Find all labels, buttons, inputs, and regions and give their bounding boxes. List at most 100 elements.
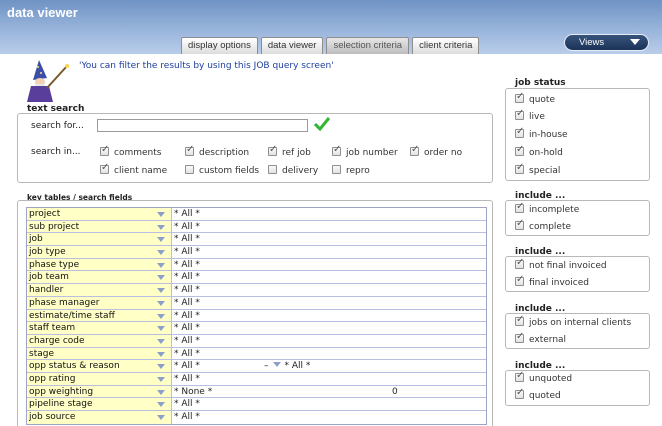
checkbox-label: ref job bbox=[282, 148, 311, 158]
check-icon: ✓ bbox=[516, 126, 525, 137]
checkbox-special[interactable]: ✓ special bbox=[515, 163, 560, 176]
key-select[interactable]: stage bbox=[27, 347, 172, 360]
check-icon: ✓ bbox=[411, 144, 420, 155]
checkbox-on-hold[interactable]: ✓ on-hold bbox=[515, 145, 563, 158]
checkbox-comments[interactable]: ✓ comments bbox=[100, 145, 161, 158]
checkbox-repro[interactable]: repro bbox=[332, 165, 370, 176]
checkbox-job-number[interactable]: ✓ job number bbox=[332, 144, 398, 158]
tab-display-options[interactable]: display options bbox=[181, 37, 258, 54]
checkbox-client-name[interactable]: ✓ client name bbox=[100, 162, 168, 176]
value-label: * All * bbox=[174, 297, 200, 308]
key-select[interactable]: job team bbox=[27, 271, 172, 284]
key-label: project bbox=[29, 209, 61, 219]
key-select[interactable]: project bbox=[27, 208, 172, 220]
value-cell[interactable]: * All * bbox=[172, 322, 486, 334]
checkbox-external[interactable]: ✓ external bbox=[515, 331, 566, 345]
chevron-down-icon bbox=[157, 364, 165, 370]
check-icon: ✓ bbox=[516, 331, 525, 342]
key-select[interactable]: estimate/time staff bbox=[27, 309, 172, 322]
checkbox-final-invoiced[interactable]: ✓ final invoiced bbox=[515, 275, 589, 288]
value-cell[interactable]: * All * – * All * bbox=[172, 360, 486, 372]
chevron-down-icon bbox=[157, 389, 165, 395]
checkbox-label: client name bbox=[114, 166, 168, 176]
job-status-title: job status bbox=[515, 78, 566, 88]
key-select[interactable]: sub project bbox=[27, 220, 172, 233]
tab-client-criteria[interactable]: client criteria bbox=[412, 37, 480, 54]
checkbox-order-no[interactable]: ✓ order no bbox=[410, 144, 463, 158]
value-cell[interactable]: * All * bbox=[172, 259, 486, 271]
checkbox-quoted[interactable]: ✓ quoted bbox=[515, 388, 561, 401]
key-label: opp status & reason bbox=[29, 361, 120, 372]
value-cell[interactable]: * All * bbox=[172, 398, 486, 410]
checkbox-icon: ✓ bbox=[515, 314, 525, 326]
table-row: stage * All * bbox=[27, 347, 486, 361]
value-cell[interactable]: * All * bbox=[172, 284, 486, 296]
checkbox-label: order no bbox=[424, 148, 463, 158]
chevron-down-icon bbox=[157, 351, 165, 357]
table-row: estimate/time staff * All * bbox=[27, 309, 486, 323]
search-input[interactable] bbox=[97, 119, 308, 132]
value-cell[interactable]: * All * bbox=[172, 233, 486, 245]
key-select[interactable]: opp rating bbox=[27, 372, 172, 385]
table-row: charge code * All * bbox=[27, 334, 486, 348]
check-icon: ✓ bbox=[101, 162, 110, 173]
value-label: * All * bbox=[174, 221, 200, 232]
value-cell[interactable]: * All * bbox=[172, 373, 486, 385]
checkbox-icon: ✓ bbox=[332, 144, 342, 156]
key-select[interactable]: charge code bbox=[27, 334, 172, 347]
value-cell[interactable]: * All * bbox=[172, 221, 486, 233]
checkbox-unquoted[interactable]: ✓ unquoted bbox=[515, 371, 572, 384]
key-select[interactable]: job bbox=[27, 233, 172, 246]
key-select[interactable]: handler bbox=[27, 284, 172, 296]
checkbox-quote[interactable]: ✓ quote bbox=[515, 92, 555, 105]
value-cell[interactable]: * All * bbox=[172, 335, 486, 347]
value-cell[interactable]: * All * bbox=[172, 208, 486, 220]
table-row: handler * All * bbox=[27, 284, 486, 297]
checkbox-incomplete[interactable]: ✓ incomplete bbox=[515, 201, 580, 215]
tab-selection-criteria[interactable]: selection criteria bbox=[326, 37, 410, 54]
checkbox-description[interactable]: ✓ description bbox=[185, 145, 249, 158]
checkbox-label: custom fields bbox=[199, 166, 260, 176]
checkbox-not-final-invoiced[interactable]: ✓ not final invoiced bbox=[515, 257, 607, 271]
value-cell[interactable]: * All * bbox=[172, 297, 486, 309]
key-select[interactable]: job source bbox=[27, 411, 172, 424]
checkbox-ref-job[interactable]: ✓ ref job bbox=[268, 145, 311, 158]
key-select[interactable]: pipeline stage bbox=[27, 398, 172, 410]
value-cell[interactable]: * None * 0 bbox=[172, 386, 486, 398]
value-cell[interactable]: * All * bbox=[172, 246, 486, 258]
key-select[interactable]: phase manager bbox=[27, 296, 172, 309]
table-row: sub project * All * bbox=[27, 220, 486, 234]
check-icon: ✓ bbox=[516, 314, 525, 325]
key-select[interactable]: phase type bbox=[27, 258, 172, 271]
value-cell[interactable]: * All * bbox=[172, 348, 486, 360]
views-button[interactable]: Views bbox=[564, 34, 649, 51]
table-row: project * All * bbox=[27, 208, 486, 221]
table-row: phase manager * All * bbox=[27, 296, 486, 310]
check-icon: ✓ bbox=[516, 201, 525, 212]
key-select[interactable]: opp status & reason bbox=[27, 360, 172, 372]
check-icon: ✓ bbox=[516, 257, 525, 268]
key-label: phase type bbox=[29, 259, 80, 270]
table-row: job type * All * bbox=[27, 246, 486, 259]
chevron-down-icon bbox=[157, 237, 165, 243]
checkbox-internal-clients[interactable]: ✓ jobs on internal clients bbox=[515, 314, 631, 328]
value-cell[interactable]: * All * bbox=[172, 310, 486, 322]
tab-data-viewer[interactable]: data viewer bbox=[260, 37, 324, 54]
value-cell[interactable]: * All * bbox=[172, 271, 486, 283]
check-icon: ✓ bbox=[333, 144, 342, 155]
checkbox-complete[interactable]: ✓ complete bbox=[515, 219, 571, 232]
key-select[interactable]: job type bbox=[27, 246, 172, 258]
reason-select[interactable]: – * All * bbox=[264, 360, 310, 372]
checkbox-live[interactable]: ✓ live bbox=[515, 109, 545, 122]
value-label: * All * bbox=[174, 247, 200, 258]
key-label: staff team bbox=[29, 323, 76, 334]
checkbox-in-house[interactable]: ✓ in-house bbox=[515, 126, 568, 140]
value-cell[interactable]: * All * bbox=[172, 411, 486, 424]
key-select[interactable]: staff team bbox=[27, 322, 172, 334]
checkbox-delivery[interactable]: delivery bbox=[268, 165, 318, 176]
checkmark-icon[interactable] bbox=[314, 117, 330, 131]
checkbox-label: incomplete bbox=[529, 205, 580, 215]
key-select[interactable]: opp weighting bbox=[27, 385, 172, 398]
checkbox-custom-fields[interactable]: custom fields bbox=[185, 165, 259, 176]
checkbox-icon: ✓ bbox=[100, 145, 109, 156]
